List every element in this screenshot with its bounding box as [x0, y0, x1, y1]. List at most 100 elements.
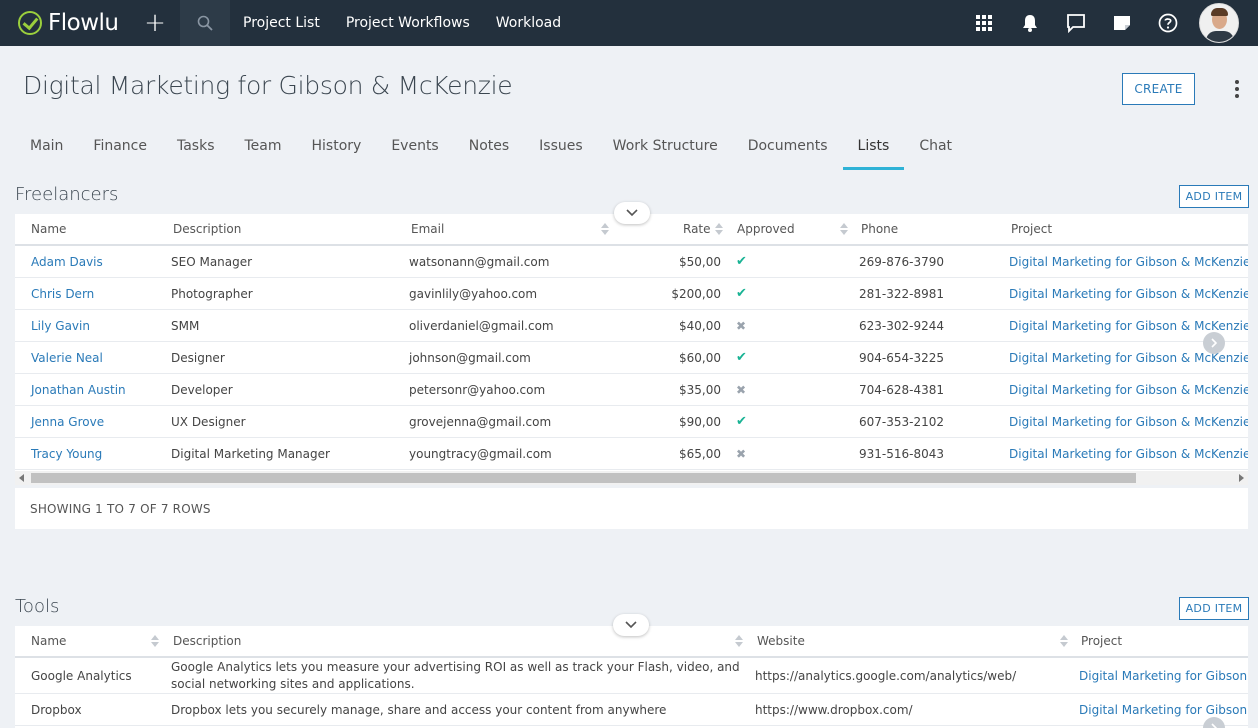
tools-table: Name Description Website Project Google …: [15, 626, 1248, 728]
freelancer-rate: $35,00: [679, 382, 721, 397]
col-website-header[interactable]: Website: [757, 626, 805, 656]
table-row[interactable]: Valerie Neal Designer johnson@gmail.com …: [15, 342, 1248, 374]
freelancer-project-link[interactable]: Digital Marketing for Gibson & McKenzie: [1009, 246, 1248, 277]
approved-check-icon: ✔: [736, 350, 747, 365]
nav-workload[interactable]: Workload: [496, 15, 561, 31]
tool-name: Google Analytics: [31, 668, 132, 683]
scrollbar-thumb[interactable]: [31, 473, 1136, 483]
freelancers-add-item-button[interactable]: ADD ITEM: [1179, 185, 1249, 208]
quick-add-button[interactable]: +: [130, 0, 180, 46]
tab-issues[interactable]: Issues: [524, 128, 598, 170]
col-project-header[interactable]: Project: [1011, 214, 1052, 244]
tab-team[interactable]: Team: [230, 128, 297, 170]
freelancer-description: SMM: [171, 318, 200, 333]
chevron-down-icon: [626, 209, 638, 217]
freelancer-project-link[interactable]: Digital Marketing for Gibson & McKenzie: [1009, 278, 1248, 309]
tab-finance[interactable]: Finance: [78, 128, 162, 170]
table-scroll-right-button[interactable]: [1203, 332, 1225, 354]
freelancers-table: Name Description Email Rate Approved Pho…: [15, 214, 1248, 471]
tab-tasks[interactable]: Tasks: [162, 128, 230, 170]
freelancer-name[interactable]: Valerie Neal: [31, 342, 103, 373]
logo[interactable]: Flowlu: [0, 0, 130, 46]
approved-check-icon: ✔: [736, 414, 747, 429]
tab-documents[interactable]: Documents: [733, 128, 843, 170]
sort-icon[interactable]: [151, 635, 159, 649]
col-phone-header[interactable]: Phone: [861, 214, 898, 244]
tab-chat[interactable]: Chat: [904, 128, 967, 170]
freelancer-rate: $40,00: [679, 318, 721, 333]
tab-notes[interactable]: Notes: [454, 128, 524, 170]
approved-check-icon: ✔: [736, 286, 747, 301]
col-description-header[interactable]: Description: [173, 214, 241, 244]
freelancer-name[interactable]: Lily Gavin: [31, 310, 90, 341]
tool-description: Dropbox lets you securely manage, share …: [171, 702, 667, 717]
table-row[interactable]: Jonathan Austin Developer petersonr@yaho…: [15, 374, 1248, 406]
tab-main[interactable]: Main: [15, 128, 78, 170]
notifications-button[interactable]: [1007, 0, 1053, 46]
table-row[interactable]: Jenna Grove UX Designer grovejenna@gmail…: [15, 406, 1248, 438]
sort-icon[interactable]: [601, 223, 609, 237]
freelancer-project-link[interactable]: Digital Marketing for Gibson & McKenzie: [1009, 406, 1248, 437]
chevron-right-icon: [1211, 338, 1218, 348]
sort-icon[interactable]: [1060, 635, 1068, 649]
freelancer-project-link[interactable]: Digital Marketing for Gibson & McKenzie: [1009, 438, 1248, 469]
freelancer-project-link[interactable]: Digital Marketing for Gibson & McKenzie: [1009, 374, 1248, 405]
tool-website: https://www.dropbox.com/: [755, 702, 913, 717]
chevron-down-icon: [625, 621, 637, 629]
col-description-header[interactable]: Description: [173, 626, 241, 656]
tab-events[interactable]: Events: [376, 128, 453, 170]
freelancer-description: Designer: [171, 350, 225, 365]
tab-work-structure[interactable]: Work Structure: [598, 128, 733, 170]
table-row[interactable]: Tracy Young Digital Marketing Manager yo…: [15, 438, 1248, 470]
tool-project-link[interactable]: Digital Marketing for Gibson &: [1079, 658, 1248, 693]
table-row[interactable]: Adam Davis SEO Manager watsonann@gmail.c…: [15, 246, 1248, 278]
tools-collapse-button[interactable]: [613, 614, 649, 636]
freelancers-collapse-button[interactable]: [614, 202, 650, 224]
freelancer-email: watsonann@gmail.com: [409, 254, 550, 269]
nav-project-list[interactable]: Project List: [243, 15, 320, 31]
freelancer-name[interactable]: Jonathan Austin: [31, 374, 126, 405]
user-avatar[interactable]: [1199, 3, 1239, 43]
table-row[interactable]: Dropbox Dropbox lets you securely manage…: [15, 694, 1248, 726]
tab-history[interactable]: History: [297, 128, 377, 170]
more-options-button[interactable]: [1230, 78, 1244, 100]
freelancer-rate: $200,00: [671, 286, 721, 301]
freelancer-name[interactable]: Tracy Young: [31, 438, 102, 469]
sort-icon[interactable]: [840, 223, 848, 237]
sort-icon[interactable]: [735, 635, 743, 649]
sort-icon[interactable]: [715, 223, 723, 237]
scroll-right-arrow-icon[interactable]: [1239, 474, 1244, 482]
col-project-header[interactable]: Project: [1081, 626, 1122, 656]
freelancer-description: UX Designer: [171, 414, 246, 429]
notes-button[interactable]: [1099, 0, 1145, 46]
col-name-header[interactable]: Name: [31, 626, 66, 656]
table-row[interactable]: Google Analytics Google Analytics lets y…: [15, 658, 1248, 694]
nav-project-workflows[interactable]: Project Workflows: [346, 15, 470, 31]
freelancer-rate: $65,00: [679, 446, 721, 461]
apps-grid-button[interactable]: [961, 0, 1007, 46]
col-approved-header[interactable]: Approved: [737, 214, 795, 244]
tools-add-item-button[interactable]: ADD ITEM: [1179, 597, 1249, 620]
freelancer-name[interactable]: Jenna Grove: [31, 406, 104, 437]
freelancer-description: SEO Manager: [171, 254, 253, 269]
search-button[interactable]: [180, 0, 230, 46]
logo-text: Flowlu: [48, 10, 119, 36]
col-rate-header[interactable]: Rate: [683, 214, 711, 244]
scroll-left-arrow-icon[interactable]: [19, 474, 24, 482]
freelancer-phone: 623-302-9244: [859, 318, 945, 333]
freelancer-name[interactable]: Adam Davis: [31, 246, 103, 277]
help-button[interactable]: [1145, 0, 1191, 46]
table-row[interactable]: Lily Gavin SMM oliverdaniel@gmail.com $4…: [15, 310, 1248, 342]
col-name-header[interactable]: Name: [31, 214, 66, 244]
create-button[interactable]: CREATE: [1122, 73, 1195, 105]
col-email-header[interactable]: Email: [411, 214, 444, 244]
freelancers-title: Freelancers: [15, 184, 119, 205]
more-dot-icon: [1235, 87, 1239, 91]
freelancer-name[interactable]: Chris Dern: [31, 278, 94, 309]
horizontal-scrollbar[interactable]: [15, 471, 1248, 485]
table-row[interactable]: Chris Dern Photographer gavinlily@yahoo.…: [15, 278, 1248, 310]
tab-lists[interactable]: Lists: [842, 128, 905, 170]
messages-button[interactable]: [1053, 0, 1099, 46]
not-approved-cross-icon: ✖: [736, 382, 747, 397]
page-title: Digital Marketing for Gibson & McKenzie: [23, 71, 513, 100]
